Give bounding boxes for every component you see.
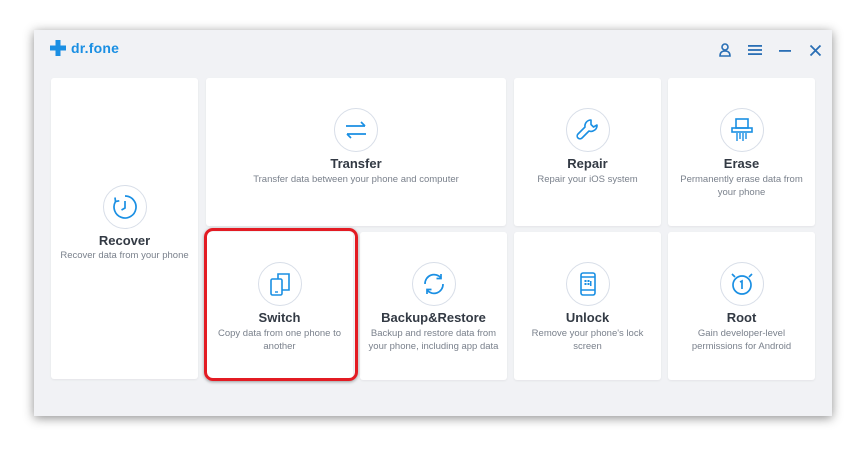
close-icon[interactable] bbox=[806, 41, 824, 59]
menu-icon[interactable] bbox=[746, 41, 764, 59]
transfer-arrows-icon bbox=[334, 108, 378, 152]
recover-card[interactable]: Recover Recover data from your phone bbox=[51, 78, 198, 379]
unlock-desc: Remove your phone's lock screen bbox=[531, 328, 644, 352]
backup-restore-title: Backup&Restore bbox=[381, 310, 486, 325]
switch-title: Switch bbox=[258, 310, 301, 325]
plus-logo-icon bbox=[50, 40, 66, 56]
erase-desc: Permanently erase data from your phone bbox=[680, 174, 803, 198]
user-icon[interactable] bbox=[716, 41, 734, 59]
repair-card[interactable]: Repair Repair your iOS system bbox=[514, 78, 661, 226]
erase-title: Erase bbox=[723, 156, 760, 171]
phone-switch-icon bbox=[257, 262, 302, 306]
recover-desc: Recover data from your phone bbox=[60, 250, 189, 261]
switch-card[interactable]: Switch Copy data from one phone to anoth… bbox=[206, 232, 353, 380]
repair-title: Repair bbox=[567, 156, 608, 171]
shredder-icon bbox=[719, 108, 764, 152]
recover-title: Recover bbox=[98, 233, 151, 248]
phone-lock-icon bbox=[565, 262, 610, 306]
erase-card[interactable]: Erase Permanently erase data from your p… bbox=[668, 78, 815, 226]
minimize-icon[interactable] bbox=[776, 41, 794, 59]
root-desc: Gain developer-level permissions for And… bbox=[691, 328, 792, 352]
clock-icon bbox=[102, 185, 147, 229]
backup-restore-card[interactable]: Backup&Restore Backup and restore data f… bbox=[360, 232, 507, 380]
sync-icon bbox=[411, 262, 456, 306]
root-icon bbox=[719, 262, 764, 306]
transfer-title: Transfer bbox=[330, 156, 382, 171]
unlock-title: Unlock bbox=[565, 310, 610, 325]
root-card[interactable]: Root Gain developer-level permissions fo… bbox=[668, 232, 815, 380]
root-title: Root bbox=[726, 310, 757, 325]
wrench-icon bbox=[565, 108, 610, 152]
unlock-card[interactable]: Unlock Remove your phone's lock screen bbox=[514, 232, 661, 380]
repair-desc: Repair your iOS system bbox=[537, 174, 638, 185]
logo-text: dr.fone bbox=[71, 40, 120, 56]
titlebar: dr.fone bbox=[34, 30, 832, 76]
backup-restore-desc: Backup and restore data from your phone,… bbox=[368, 328, 499, 352]
app-logo: dr.fone bbox=[50, 40, 119, 56]
switch-desc: Copy data from one phone to another bbox=[217, 328, 342, 352]
transfer-desc: Transfer data between your phone and com… bbox=[253, 174, 459, 185]
app-window: dr.fone Recover Recover data from your p… bbox=[34, 30, 832, 416]
transfer-card[interactable]: Transfer Transfer data between your phon… bbox=[206, 78, 506, 226]
